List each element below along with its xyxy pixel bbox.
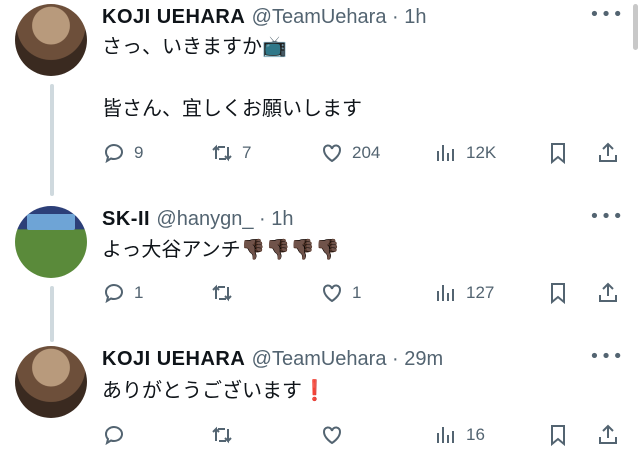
view-count: 12K [466,143,497,162]
bar-chart-icon [437,285,454,301]
tweet-text-line: よっ大谷アンチ👎🏿👎🏿👎🏿👎🏿 [102,237,341,261]
retweet-button[interactable] [210,278,242,308]
action-bar: 16 [102,420,622,450]
timestamp[interactable]: 29m [404,348,443,370]
display-name[interactable]: KOJI UEHARA [102,348,245,370]
avatar[interactable] [15,346,87,418]
tweet[interactable]: KOJI UEHARA @TeamUehara · 29m ••• ありがとうご… [0,336,640,465]
display-name[interactable]: SK-II [102,208,150,230]
tweet-header: KOJI UEHARA @TeamUehara · 1h [102,3,427,30]
tweet-text-line: 皆さん、宜しくお願いします [102,96,362,120]
share-button[interactable] [596,138,620,168]
separator: · [386,348,405,370]
tweet-text-line: ありがとうございます❗ [102,378,327,402]
reply-count: 1 [134,283,144,302]
view-count: 127 [466,283,495,302]
action-bar: 1 1 127 [102,278,622,308]
separator: · [253,208,272,230]
reply-icon [105,144,123,164]
tweet-text-line: さっ、いきますか📺 [102,34,287,58]
tweet[interactable]: KOJI UEHARA @TeamUehara · 1h ••• さっ、いきます… [0,0,640,196]
avatar[interactable] [15,206,87,278]
bookmark-icon [551,283,565,305]
share-button[interactable] [596,420,620,450]
retweet-button[interactable] [210,420,242,450]
views-button[interactable]: 16 [434,420,485,450]
retweet-icon [212,284,232,302]
retweet-icon [212,426,232,444]
separator: · [386,6,405,28]
reply-icon [105,284,123,304]
views-button[interactable]: 127 [434,278,494,308]
reply-button[interactable] [102,420,134,450]
bookmark-icon [551,143,565,165]
share-button[interactable] [596,278,620,308]
bookmark-button[interactable] [546,278,570,308]
like-button[interactable]: 1 [320,278,361,308]
view-count: 16 [466,425,485,444]
more-options-button[interactable]: ••• [589,346,624,367]
bar-chart-icon [437,145,454,161]
handle[interactable]: @hanygn_ [156,208,253,230]
handle[interactable]: @TeamUehara [252,348,387,370]
reply-icon [105,426,123,446]
reply-button[interactable]: 1 [102,278,143,308]
bookmark-icon [551,425,565,447]
tweet-header: KOJI UEHARA @TeamUehara · 29m [102,345,443,372]
reply-button[interactable]: 9 [102,138,143,168]
like-count: 204 [352,143,381,162]
handle[interactable]: @TeamUehara [252,6,387,28]
action-bar: 9 7 204 12K [102,138,622,168]
views-button[interactable]: 12K [434,138,496,168]
bookmark-button[interactable] [546,138,570,168]
heart-icon [323,144,341,163]
bookmark-button[interactable] [546,420,570,450]
like-button[interactable] [320,420,352,450]
tweet-header: SK-II @hanygn_ · 1h [102,205,294,232]
like-count: 1 [352,283,362,302]
retweet-icon [212,144,232,162]
bar-chart-icon [437,427,454,443]
share-icon [599,142,617,162]
more-options-button[interactable]: ••• [589,206,624,227]
avatar[interactable] [15,4,87,76]
more-options-button[interactable]: ••• [589,4,624,25]
share-icon [599,424,617,444]
like-button[interactable]: 204 [320,138,380,168]
retweet-count: 7 [242,143,252,162]
share-icon [599,282,617,302]
heart-icon [323,426,341,445]
display-name[interactable]: KOJI UEHARA [102,6,245,28]
heart-icon [323,284,341,303]
timestamp[interactable]: 1h [404,6,426,28]
retweet-button[interactable]: 7 [210,138,251,168]
tweet[interactable]: SK-II @hanygn_ · 1h ••• よっ大谷アンチ👎🏿👎🏿👎🏿👎🏿 … [0,196,640,336]
timestamp[interactable]: 1h [271,208,293,230]
reply-count: 9 [134,143,144,162]
